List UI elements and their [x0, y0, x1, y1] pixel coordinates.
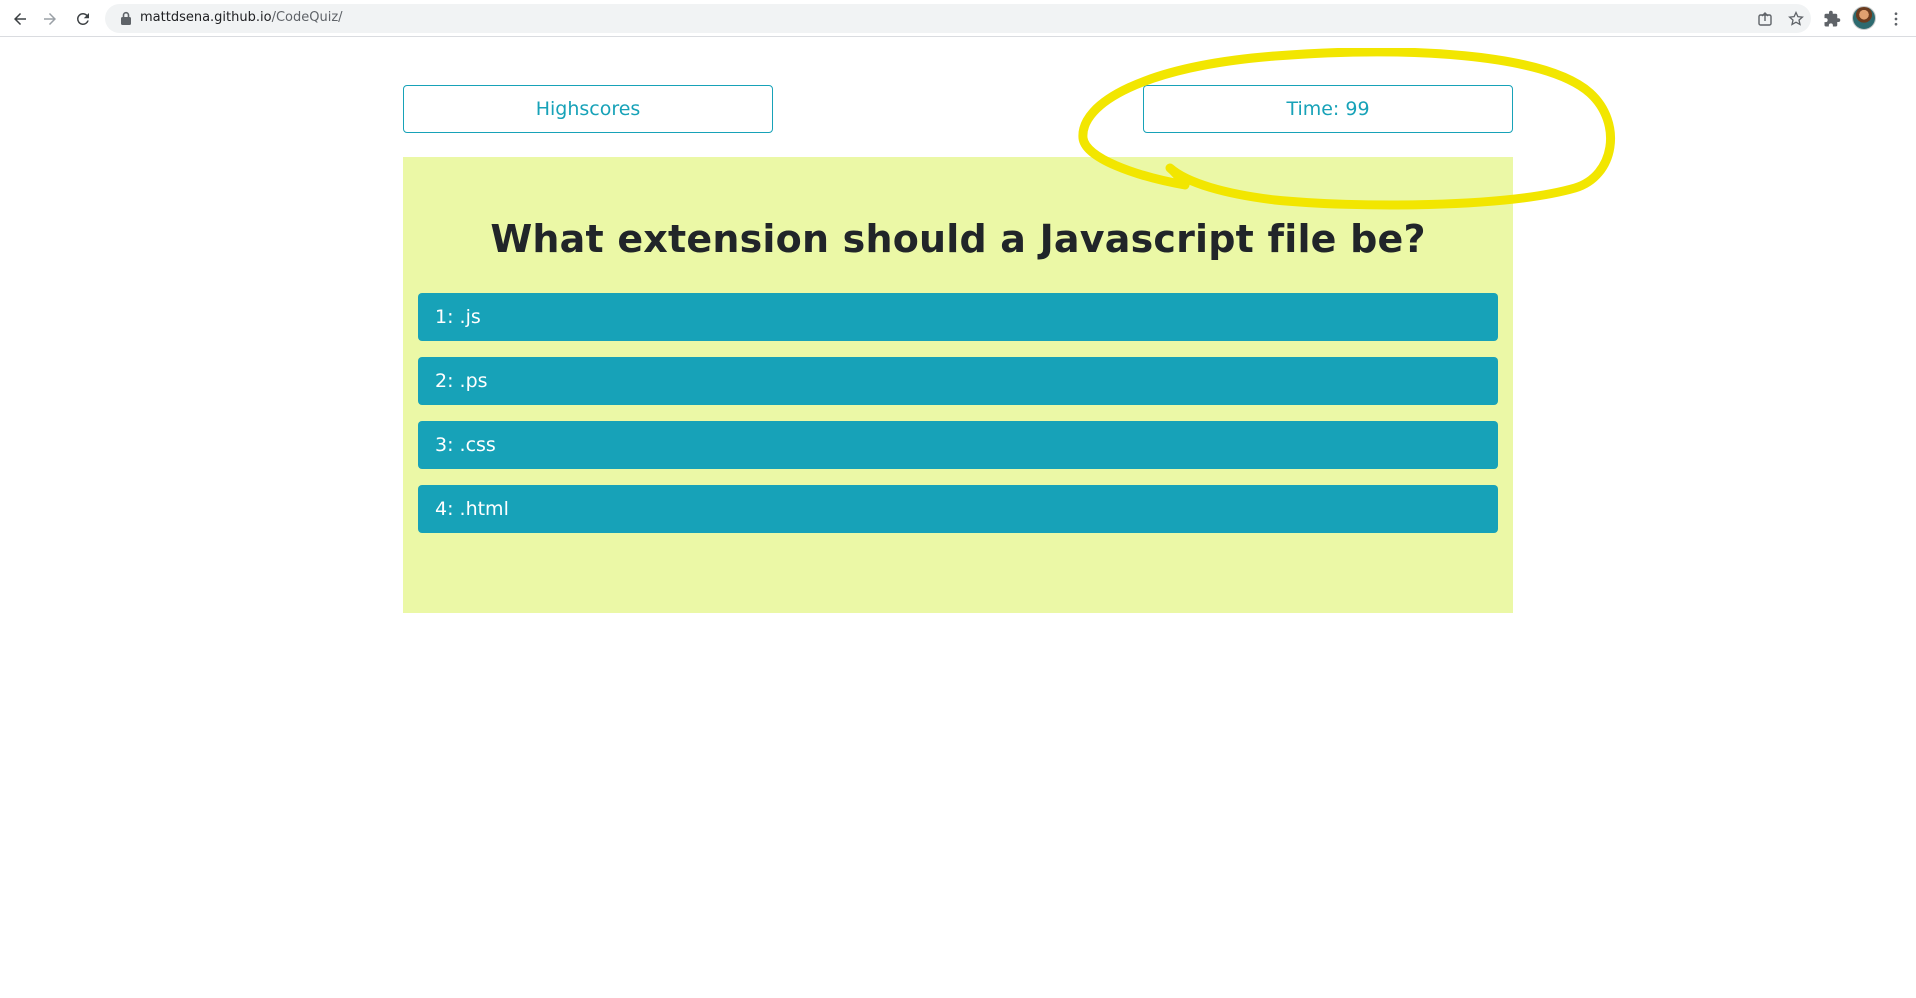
answer-button-3[interactable]: 3: .css: [418, 421, 1498, 469]
back-button[interactable]: [8, 7, 32, 31]
forward-button[interactable]: [38, 7, 62, 31]
url-text: mattdsena.github.io/CodeQuiz/: [140, 10, 343, 25]
puzzle-icon: [1824, 10, 1841, 27]
url-host: mattdsena.github.io: [140, 10, 272, 25]
kebab-menu-icon: [1894, 12, 1898, 26]
timer-display: Time: 99: [1143, 85, 1513, 133]
share-icon: [1758, 12, 1772, 26]
arrow-right-icon: [44, 13, 56, 25]
arrow-left-icon: [14, 13, 26, 25]
answer-button-1[interactable]: 1: .js: [418, 293, 1498, 341]
question-text: What extension should a Javascript file …: [490, 217, 1426, 261]
page-content: Highscores Time: 99 What extension shoul…: [0, 38, 1916, 998]
answer-button-4[interactable]: 4: .html: [418, 485, 1498, 533]
url-path: /CodeQuiz/: [271, 10, 343, 25]
highscores-button[interactable]: Highscores: [403, 85, 773, 133]
bookmark-button[interactable]: [1786, 9, 1806, 29]
reload-button[interactable]: [71, 7, 95, 31]
answer-button-2[interactable]: 2: .ps: [418, 357, 1498, 405]
menu-button[interactable]: [1884, 7, 1908, 31]
avatar[interactable]: [1852, 6, 1876, 30]
reload-icon: [76, 12, 89, 25]
quiz-card: What extension should a Javascript file …: [403, 157, 1513, 613]
browser-toolbar: mattdsena.github.io/CodeQuiz/: [0, 0, 1916, 37]
answer-list: 1: .js 2: .ps 3: .css 4: .html: [418, 293, 1498, 549]
extensions-button[interactable]: [1820, 7, 1844, 31]
address-bar[interactable]: mattdsena.github.io/CodeQuiz/: [105, 4, 1811, 33]
share-button[interactable]: [1755, 9, 1775, 29]
lock-icon: [121, 11, 131, 25]
star-icon: [1788, 11, 1804, 26]
